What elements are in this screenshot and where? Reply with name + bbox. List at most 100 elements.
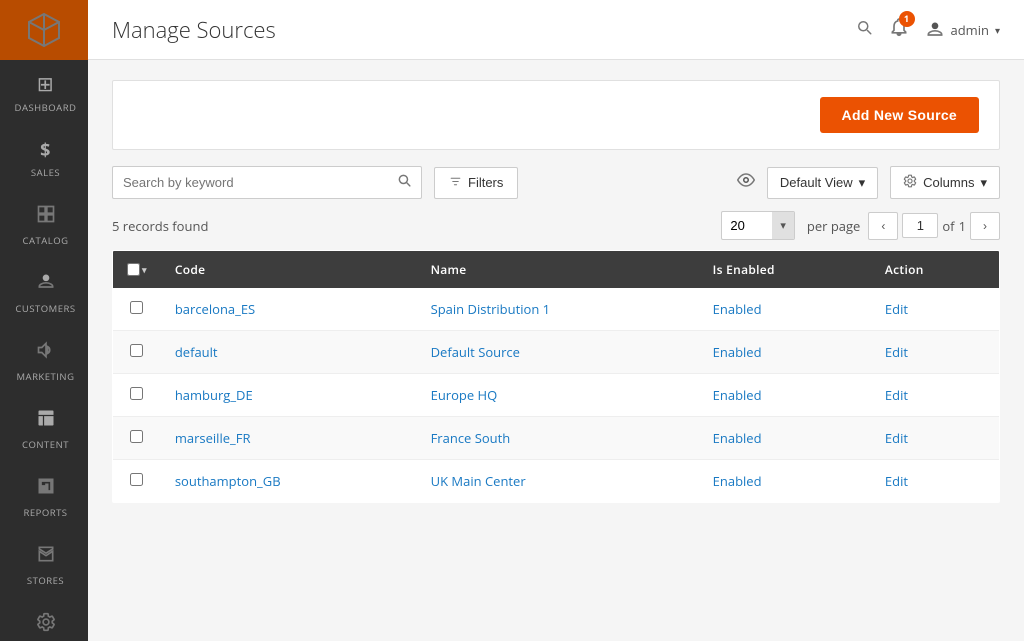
row-checkbox[interactable] xyxy=(130,473,143,486)
row-name-link[interactable]: France South xyxy=(431,429,511,447)
columns-dropdown-arrow: ▾ xyxy=(980,175,987,191)
row-edit-link[interactable]: Edit xyxy=(885,429,908,447)
table-row: marseille_FR France South Enabled Edit xyxy=(113,417,1000,460)
sidebar-item-system[interactable]: SYSTEM xyxy=(0,601,88,641)
table-row: southampton_GB UK Main Center Enabled Ed… xyxy=(113,460,1000,503)
user-menu[interactable]: admin ▾ xyxy=(925,20,1001,40)
row-checkbox[interactable] xyxy=(130,387,143,400)
row-is-enabled: Enabled xyxy=(699,460,871,503)
row-name-link[interactable]: Default Source xyxy=(431,343,520,361)
row-code: marseille_FR xyxy=(161,417,417,460)
row-edit-link[interactable]: Edit xyxy=(885,343,908,361)
sidebar-item-dashboard[interactable]: ⊞ DASHBOARD xyxy=(0,60,88,124)
row-name: France South xyxy=(417,417,699,460)
row-name: Default Source xyxy=(417,331,699,374)
row-enabled-status: Enabled xyxy=(713,386,762,404)
row-code-link[interactable]: southampton_GB xyxy=(175,472,281,490)
row-checkbox[interactable] xyxy=(130,301,143,314)
page-header: Manage Sources 1 admin ▾ xyxy=(88,0,1024,60)
pagination-of: of xyxy=(942,217,954,235)
dashboard-icon: ⊞ xyxy=(37,70,54,97)
columns-button[interactable]: Columns ▾ xyxy=(890,166,1000,199)
row-enabled-status: Enabled xyxy=(713,472,762,490)
row-code: default xyxy=(161,331,417,374)
row-enabled-status: Enabled xyxy=(713,429,762,447)
pagination-total-pages: 1 xyxy=(959,217,966,235)
records-found: 5 records found xyxy=(112,217,713,235)
sidebar-item-label: CUSTOMERS xyxy=(15,302,75,315)
per-page-select: 20 30 50 100 200 ▾ xyxy=(721,211,795,240)
search-icon[interactable] xyxy=(855,18,873,42)
row-checkbox-cell xyxy=(113,417,161,460)
pagination-prev-button[interactable]: ‹ xyxy=(868,212,898,240)
checkbox-dropdown-arrow[interactable]: ▾ xyxy=(142,263,147,276)
filters-button[interactable]: path{stroke:#777;stroke-width:2;stroke-l… xyxy=(434,167,518,199)
user-name: admin xyxy=(951,21,989,39)
filters-label: Filters xyxy=(468,175,503,190)
row-action: Edit xyxy=(871,374,1000,417)
row-action: Edit xyxy=(871,417,1000,460)
page-title: Manage Sources xyxy=(112,15,855,45)
row-checkbox[interactable] xyxy=(130,344,143,357)
user-menu-arrow: ▾ xyxy=(995,23,1000,37)
sidebar-item-reports[interactable]: REPORTS xyxy=(0,465,88,529)
search-input[interactable] xyxy=(123,175,389,190)
row-is-enabled: Enabled xyxy=(699,417,871,460)
main-content: Manage Sources 1 admin ▾ Add New Source xyxy=(88,0,1024,641)
row-action: Edit xyxy=(871,288,1000,331)
table-col-name: Name xyxy=(417,251,699,289)
sidebar-item-marketing[interactable]: MARKETING xyxy=(0,329,88,393)
pagination-row: 5 records found 20 30 50 100 200 ▾ per p… xyxy=(112,211,1000,240)
row-is-enabled: Enabled xyxy=(699,374,871,417)
add-new-source-button[interactable]: Add New Source xyxy=(820,97,979,133)
row-name-link[interactable]: Spain Distribution 1 xyxy=(431,300,551,318)
row-code-link[interactable]: hamburg_DE xyxy=(175,386,253,404)
default-view-button[interactable]: Default View ▾ xyxy=(767,167,878,199)
per-page-dropdown[interactable]: 20 30 50 100 200 xyxy=(722,213,772,238)
customers-icon xyxy=(36,271,56,298)
sidebar-item-stores[interactable]: STORES xyxy=(0,533,88,597)
pagination-next-button[interactable]: › xyxy=(970,212,1000,240)
row-edit-link[interactable]: Edit xyxy=(885,472,908,490)
sidebar-logo xyxy=(0,0,88,60)
marketing-icon xyxy=(36,339,56,366)
content-icon xyxy=(36,407,56,434)
sidebar-item-label: CONTENT xyxy=(22,438,69,451)
sidebar-item-label: SALES xyxy=(31,166,60,179)
sales-icon: $ xyxy=(40,138,51,162)
sidebar-item-label: DASHBOARD xyxy=(15,101,77,114)
notification-count: 1 xyxy=(899,11,915,27)
row-code: hamburg_DE xyxy=(161,374,417,417)
system-icon xyxy=(36,611,56,638)
row-edit-link[interactable]: Edit xyxy=(885,300,908,318)
row-checkbox-cell xyxy=(113,288,161,331)
row-name-link[interactable]: UK Main Center xyxy=(431,472,526,490)
row-name-link[interactable]: Europe HQ xyxy=(431,386,498,404)
sidebar-item-content[interactable]: CONTENT xyxy=(0,397,88,461)
row-code: barcelona_ES xyxy=(161,288,417,331)
row-action: Edit xyxy=(871,331,1000,374)
sidebar-item-label: STORES xyxy=(27,574,64,587)
row-code: southampton_GB xyxy=(161,460,417,503)
select-all-checkbox[interactable] xyxy=(127,263,140,276)
header-actions: 1 admin ▾ xyxy=(855,17,1001,43)
row-edit-link[interactable]: Edit xyxy=(885,386,908,404)
table-col-checkbox: ▾ xyxy=(113,251,161,289)
row-checkbox[interactable] xyxy=(130,430,143,443)
row-code-link[interactable]: barcelona_ES xyxy=(175,300,255,318)
pagination-current-page[interactable] xyxy=(902,213,938,238)
reports-icon xyxy=(36,475,56,502)
search-icon[interactable] xyxy=(397,173,411,192)
table-header-row: ▾ Code Name Is Enabled Action xyxy=(113,251,1000,289)
filter-icon: path{stroke:#777;stroke-width:2;stroke-l… xyxy=(449,175,462,191)
row-code-link[interactable]: default xyxy=(175,343,218,361)
sidebar-item-sales[interactable]: $ SALES xyxy=(0,128,88,189)
row-checkbox-cell xyxy=(113,460,161,503)
row-code-link[interactable]: marseille_FR xyxy=(175,429,251,447)
stores-icon xyxy=(36,543,56,570)
sidebar-item-label: MARKETING xyxy=(17,370,75,383)
sidebar-item-customers[interactable]: CUSTOMERS xyxy=(0,261,88,325)
row-checkbox-cell xyxy=(113,331,161,374)
notification-bell[interactable]: 1 xyxy=(889,17,909,43)
sidebar-item-catalog[interactable]: CATALOG xyxy=(0,193,88,257)
